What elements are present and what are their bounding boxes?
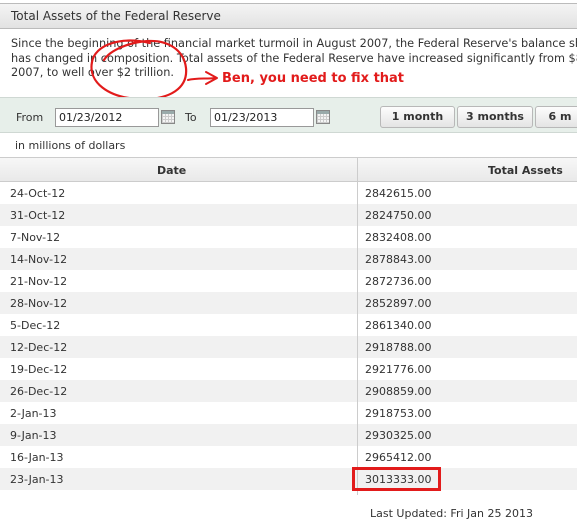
table-row: 24-Oct-12 2842615.00 — [0, 182, 577, 204]
date-cell: 5-Dec-12 — [10, 319, 61, 332]
total-assets-cell: 2824750.00 — [365, 209, 432, 222]
date-cell: 24-Oct-12 — [10, 187, 66, 200]
table-row: 9-Jan-13 2930325.00 — [0, 424, 577, 446]
panel-title: Total Assets of the Federal Reserve — [11, 9, 221, 23]
date-cell: 14-Nov-12 — [10, 253, 68, 266]
range-6-months-button[interactable]: 6 m — [535, 106, 577, 128]
calendar-icon[interactable] — [161, 110, 175, 124]
table-row: 16-Jan-13 2965412.00 — [0, 446, 577, 468]
to-label: To — [185, 111, 197, 124]
units-note: in millions of dollars — [15, 139, 126, 152]
intro-line: has changed in composition. Total assets… — [11, 51, 577, 65]
total-assets-cell: 2965412.00 — [365, 451, 432, 464]
date-cell: 28-Nov-12 — [10, 297, 68, 310]
last-updated: Last Updated: Fri Jan 25 2013 — [370, 507, 533, 520]
date-range-toolbar: From To 1 month 3 months 6 m — [0, 97, 577, 133]
table-row: 12-Dec-12 2918788.00 — [0, 336, 577, 358]
table-row: 21-Nov-12 2872736.00 — [0, 270, 577, 292]
table-header: Date Total Assets — [0, 157, 577, 182]
total-assets-cell: 2930325.00 — [365, 429, 432, 442]
annotation-note: Ben, you need to fix that — [222, 71, 405, 86]
total-assets-cell: 2921776.00 — [365, 363, 432, 376]
table-body: 24-Oct-12 2842615.00 31-Oct-12 2824750.00 7-… — [0, 182, 577, 490]
date-cell: 23-Jan-13 — [10, 473, 64, 486]
date-cell: 31-Oct-12 — [10, 209, 66, 222]
highlight-box — [352, 467, 441, 491]
from-label: From — [16, 111, 44, 124]
total-assets-cell: 2878843.00 — [365, 253, 432, 266]
panel-header: Total Assets of the Federal Reserve — [0, 3, 577, 29]
date-cell: 16-Jan-13 — [10, 451, 64, 464]
table-row: 19-Dec-12 2921776.00 — [0, 358, 577, 380]
date-cell: 12-Dec-12 — [10, 341, 68, 354]
date-cell: 26-Dec-12 — [10, 385, 68, 398]
total-assets-cell: 2852897.00 — [365, 297, 432, 310]
date-cell: 19-Dec-12 — [10, 363, 68, 376]
range-3-months-button[interactable]: 3 months — [457, 106, 533, 128]
column-divider — [357, 157, 358, 495]
intro-line: Since the beginning of the financial mar… — [11, 37, 577, 50]
total-assets-cell: 2918788.00 — [365, 341, 432, 354]
total-assets-cell: 2832408.00 — [365, 231, 432, 244]
date-cell: 9-Jan-13 — [10, 429, 57, 442]
to-date-input[interactable] — [210, 108, 314, 127]
total-assets-cell: 2842615.00 — [365, 187, 432, 200]
table-row: 26-Dec-12 2908859.00 — [0, 380, 577, 402]
column-header-date[interactable]: Date — [157, 164, 186, 177]
total-assets-cell: 2918753.00 — [365, 407, 432, 420]
table-row: 2-Jan-13 2918753.00 — [0, 402, 577, 424]
table-row: 14-Nov-12 2878843.00 — [0, 248, 577, 270]
assets-table: Date Total Assets 24-Oct-12 2842615.00 31-… — [0, 157, 577, 490]
calendar-icon[interactable] — [316, 110, 330, 124]
date-cell: 7-Nov-12 — [10, 231, 61, 244]
total-assets-cell: 2908859.00 — [365, 385, 432, 398]
from-date-input[interactable] — [55, 108, 159, 127]
table-row: 5-Dec-12 2861340.00 — [0, 314, 577, 336]
date-cell: 2-Jan-13 — [10, 407, 57, 420]
total-assets-cell: 2861340.00 — [365, 319, 432, 332]
column-header-total-assets[interactable]: Total Assets — [488, 164, 563, 177]
date-cell: 21-Nov-12 — [10, 275, 68, 288]
table-row: 28-Nov-12 2852897.00 — [0, 292, 577, 314]
table-row: 7-Nov-12 2832408.00 — [0, 226, 577, 248]
table-row: 23-Jan-13 3013333.00 — [0, 468, 577, 490]
table-row: 31-Oct-12 2824750.00 — [0, 204, 577, 226]
range-1-month-button[interactable]: 1 month — [380, 106, 455, 128]
total-assets-cell: 2872736.00 — [365, 275, 432, 288]
